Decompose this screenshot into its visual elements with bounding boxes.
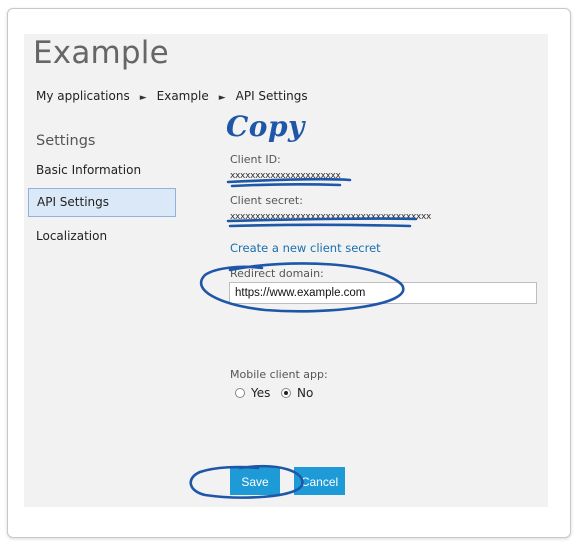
mobile-no-option[interactable]: No [281,386,313,400]
redirect-domain-input[interactable] [229,282,537,304]
page-title: Example [33,35,169,71]
sidebar-heading: Settings [36,133,96,149]
sidebar-item-basic-information[interactable]: Basic Information [28,156,176,185]
breadcrumb-api-settings: API Settings [235,89,308,103]
breadcrumb-separator: ► [218,93,226,103]
radio-no[interactable] [281,388,291,398]
sidebar-item-api-settings[interactable]: API Settings [28,188,176,217]
breadcrumb-separator: ► [139,93,147,103]
breadcrumb-example[interactable]: Example [157,89,209,103]
mobile-client-label: Mobile client app: [230,368,328,381]
copy-annotation: Copy [226,110,305,143]
cancel-button[interactable]: Cancel [294,467,345,495]
client-secret-label: Client secret: [230,194,303,207]
radio-yes[interactable] [235,388,245,398]
mobile-yes-option[interactable]: Yes [235,386,270,400]
breadcrumb: My applications ► Example ► API Settings [36,89,308,103]
client-id-value: xxxxxxxxxxxxxxxxxxxxxx [230,171,341,181]
client-secret-value: xxxxxxxxxxxxxxxxxxxxxxxxxxxxxxxxxxxxxxxx [230,212,432,222]
save-button[interactable]: Save [230,467,280,495]
breadcrumb-my-applications[interactable]: My applications [36,89,130,103]
create-client-secret-link[interactable]: Create a new client secret [230,241,381,255]
client-id-label: Client ID: [230,153,281,166]
redirect-domain-label: Redirect domain: [230,267,324,280]
radio-no-label: No [297,386,314,400]
sidebar-item-localization[interactable]: Localization [28,222,176,251]
radio-yes-label: Yes [251,386,271,400]
